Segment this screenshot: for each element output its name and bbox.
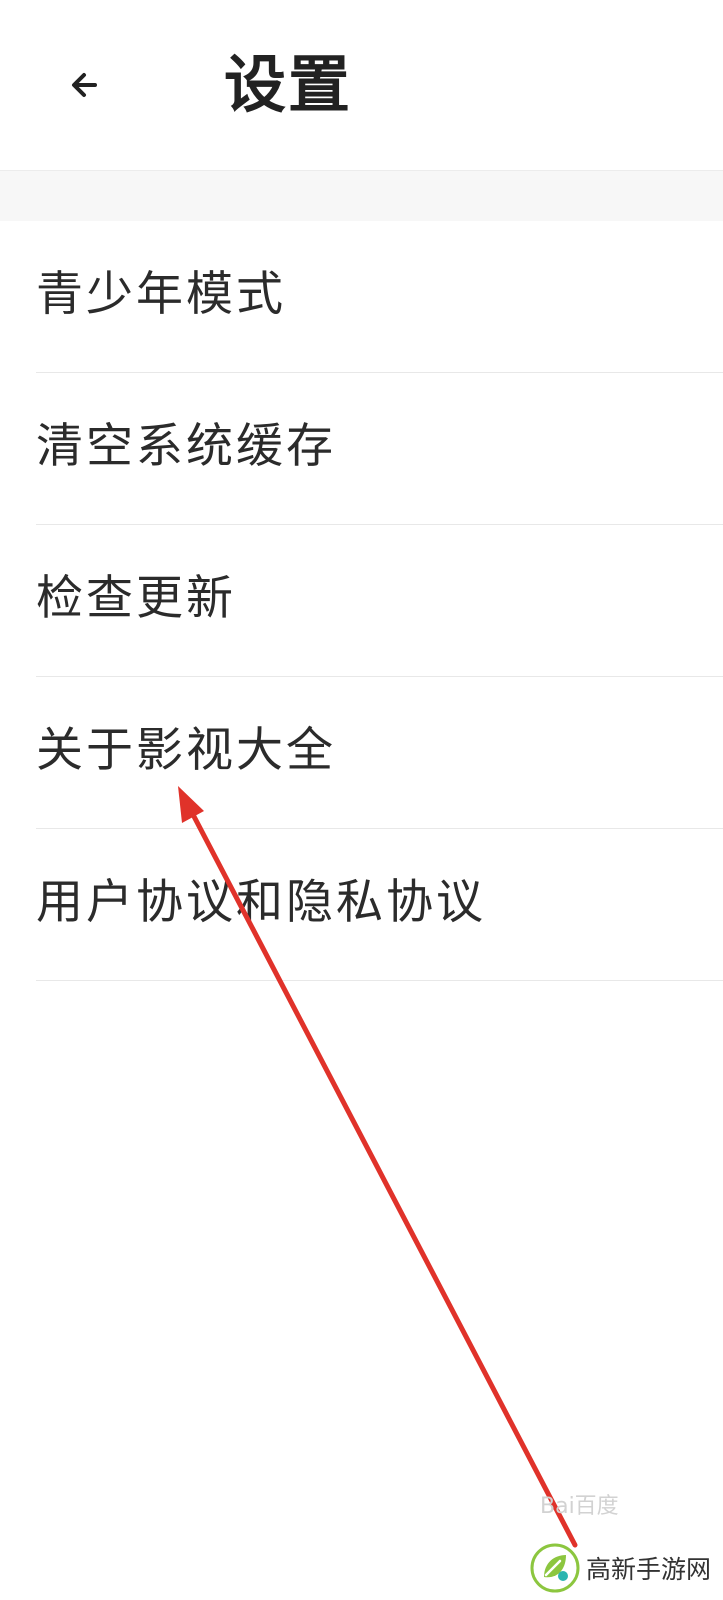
menu-item-label: 用户协议和隐私协议 bbox=[36, 875, 486, 930]
menu-item-label: 关于影视大全 bbox=[36, 723, 336, 778]
leaf-logo-icon bbox=[530, 1543, 580, 1593]
back-button[interactable] bbox=[60, 60, 110, 110]
menu-item-clear-cache[interactable]: 清空系统缓存 bbox=[0, 373, 723, 525]
menu-item-label: 检查更新 bbox=[36, 571, 236, 626]
arrow-left-icon bbox=[72, 73, 97, 97]
menu-item-check-update[interactable]: 检查更新 bbox=[0, 525, 723, 677]
site-name: 高新手游网 bbox=[586, 1555, 712, 1584]
settings-list: 青少年模式 清空系统缓存 检查更新 关于影视大全 用户协议和隐私协议 bbox=[0, 221, 723, 981]
menu-item-label: 清空系统缓存 bbox=[36, 419, 336, 474]
menu-item-label: 青少年模式 bbox=[36, 267, 286, 322]
page-title: 设置 bbox=[224, 48, 353, 121]
section-gap bbox=[0, 171, 723, 221]
baidu-watermark: Bai百度 bbox=[540, 1494, 619, 1519]
menu-item-teen-mode[interactable]: 青少年模式 bbox=[0, 221, 723, 373]
menu-item-user-agreement-privacy[interactable]: 用户协议和隐私协议 bbox=[0, 829, 723, 981]
site-watermark: 高新手游网 bbox=[530, 1540, 711, 1596]
menu-item-about[interactable]: 关于影视大全 bbox=[0, 677, 723, 829]
app-header: 设置 bbox=[0, 0, 723, 171]
